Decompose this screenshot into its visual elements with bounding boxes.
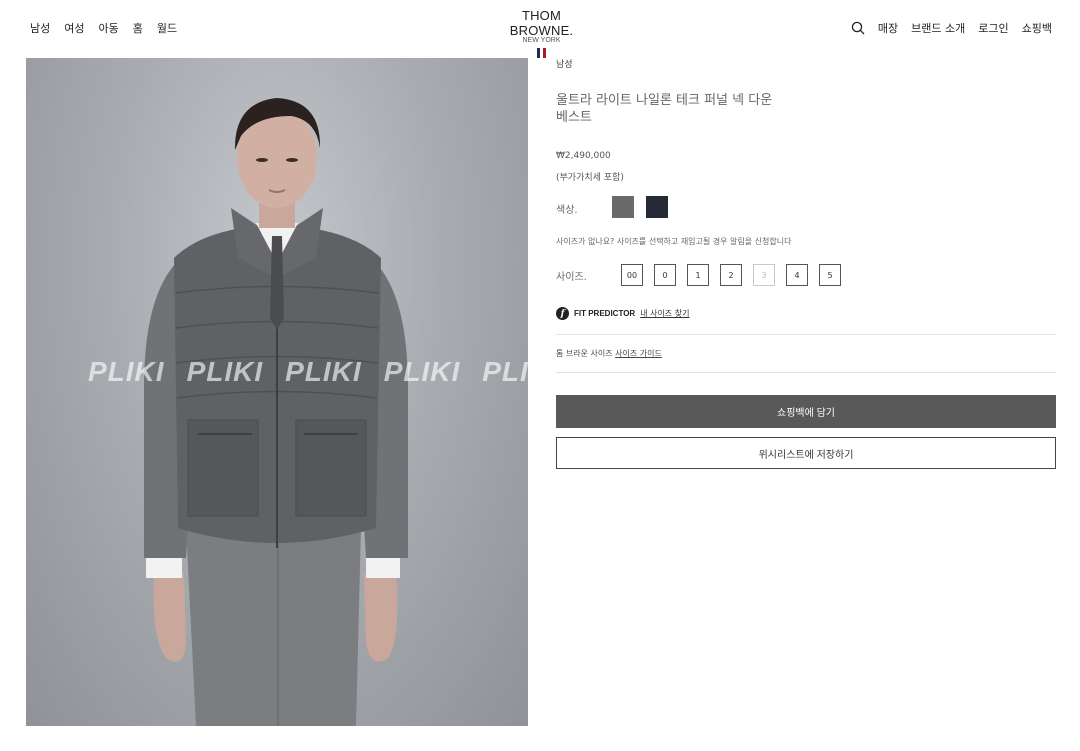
- nav-about-brand[interactable]: 브랜드 소개: [911, 20, 965, 36]
- nav-world[interactable]: 월드: [157, 20, 177, 36]
- size-option-unavailable[interactable]: 3: [753, 264, 775, 286]
- nav-men[interactable]: 남성: [30, 20, 50, 36]
- image-watermark: PLIKI PLIKI PLIKI PLIKI PLI: [88, 356, 528, 387]
- size-guide-text: 톰 브라운 사이즈: [556, 349, 613, 358]
- product-image[interactable]: PLIKI PLIKI PLIKI PLIKI PLI: [26, 58, 528, 726]
- product-category: 남성: [556, 60, 573, 70]
- fit-predictor: f FIT PREDICTOR 내 사이즈 찾기: [556, 307, 689, 320]
- fit-predictor-brand: FIT PREDICTOR: [574, 309, 636, 318]
- vat-note: (부가가치세 포함): [556, 173, 624, 183]
- add-to-bag-button[interactable]: 쇼핑백에 담기: [556, 395, 1056, 428]
- nav-kids[interactable]: 아동: [99, 20, 119, 36]
- size-option[interactable]: 1: [687, 264, 709, 286]
- nav-shopping-bag[interactable]: 쇼핑백: [1022, 20, 1052, 36]
- divider: [556, 334, 1056, 335]
- nav-women[interactable]: 여성: [64, 20, 84, 36]
- product-title: 울트라 라이트 나일론 테크 퍼널 넥 다운 베스트: [556, 93, 773, 125]
- nav-login[interactable]: 로그인: [978, 20, 1008, 36]
- find-my-size-link[interactable]: 내 사이즈 찾기: [640, 308, 689, 319]
- search-icon[interactable]: [851, 21, 865, 35]
- fit-predictor-icon: f: [556, 307, 569, 320]
- size-restock-note[interactable]: 사이즈가 없나요? 사이즈를 선택하고 재입고될 경우 알림을 신청합니다: [556, 236, 791, 247]
- size-guide-row: 톰 브라운 사이즈 사이즈 가이드: [556, 348, 662, 359]
- size-guide-link[interactable]: 사이즈 가이드: [615, 349, 662, 358]
- logo-wordmark: THOM BROWNE.: [509, 8, 574, 38]
- size-option[interactable]: 2: [720, 264, 742, 286]
- size-option[interactable]: 00: [621, 264, 643, 286]
- size-label: 사이즈.: [556, 272, 587, 283]
- color-label: 색상.: [556, 205, 578, 216]
- size-option[interactable]: 0: [654, 264, 676, 286]
- size-option[interactable]: 4: [786, 264, 808, 286]
- divider: [556, 372, 1056, 373]
- color-swatch-gray[interactable]: [612, 196, 634, 218]
- main-nav: 남성 여성 아동 홈 월드: [30, 20, 177, 36]
- add-to-wishlist-button[interactable]: 위시리스트에 저장하기: [556, 437, 1056, 469]
- size-option[interactable]: 5: [819, 264, 841, 286]
- flag-stripe-icon: [490, 48, 593, 58]
- logo-subtitle: NEW YORK: [522, 37, 561, 44]
- color-swatch-navy[interactable]: [646, 196, 668, 218]
- model-illustration: [144, 98, 408, 726]
- brand-logo[interactable]: THOM BROWNE. NEW YORK: [490, 8, 593, 58]
- nav-stores[interactable]: 매장: [878, 20, 898, 36]
- nav-home[interactable]: 홈: [133, 20, 143, 36]
- product-price: ₩2,490,000: [556, 151, 611, 161]
- utility-nav: 매장 브랜드 소개 로그인 쇼핑백: [851, 20, 1052, 36]
